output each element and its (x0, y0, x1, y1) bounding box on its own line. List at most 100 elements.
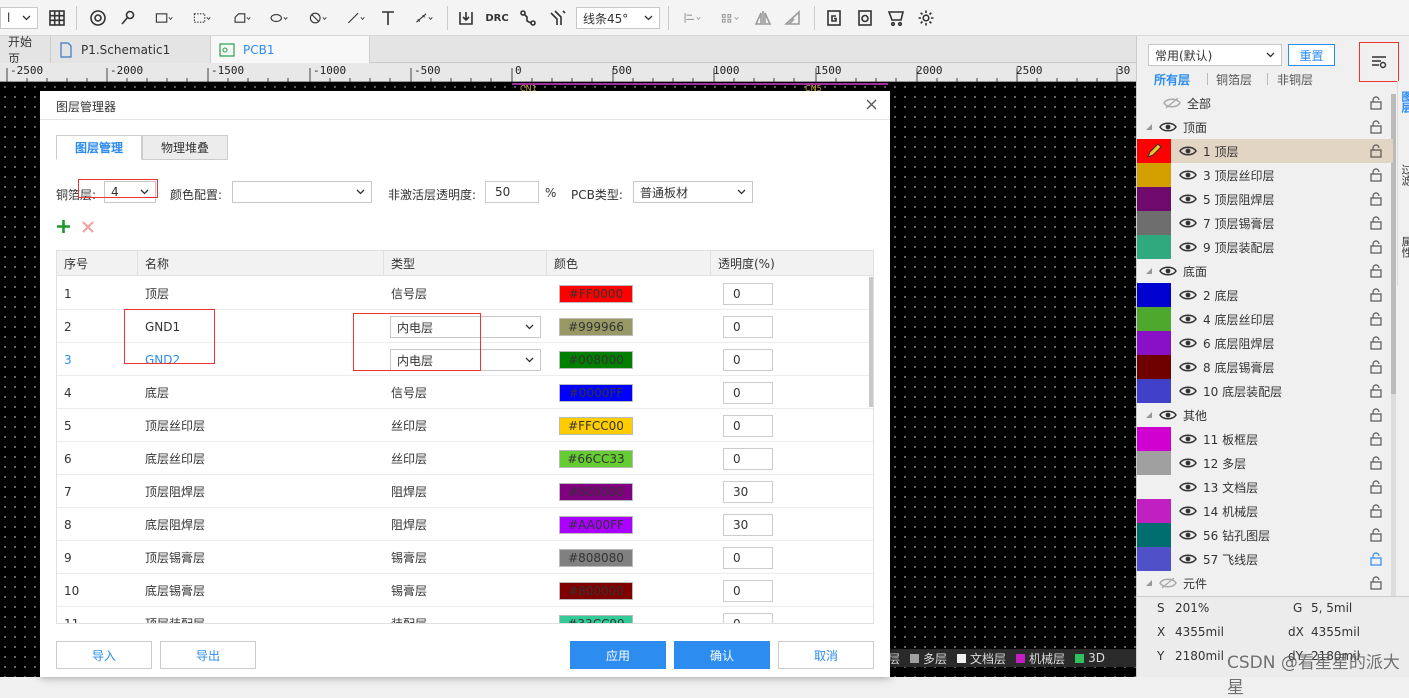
visibility-eye-icon[interactable] (1179, 193, 1197, 205)
gerber-icon[interactable] (823, 7, 845, 29)
grid-icon[interactable] (46, 7, 68, 29)
layer-color-picker[interactable]: #800000 (559, 582, 633, 600)
layer-color-swatch[interactable] (1137, 331, 1171, 355)
layer-name-cell[interactable]: 底层锡膏层 (138, 574, 384, 607)
visibility-off-icon[interactable] (1159, 577, 1177, 589)
no-entry-tool-icon[interactable] (302, 7, 334, 29)
visibility-eye-icon[interactable] (1179, 505, 1197, 517)
layer-row[interactable]: 1 顶层 (1137, 139, 1393, 163)
layer-transparency-input[interactable]: 0 (723, 382, 773, 404)
filter-tab-non-copper[interactable]: 非铜层 (1277, 71, 1313, 88)
visibility-eye-icon[interactable] (1179, 169, 1197, 181)
visibility-eye-icon[interactable] (1179, 241, 1197, 253)
lock-icon[interactable] (1369, 96, 1383, 110)
layer-name-cell[interactable]: 顶层锡膏层 (138, 541, 384, 574)
layer-group-other[interactable]: 其他 (1137, 403, 1393, 427)
visibility-eye-icon[interactable] (1179, 313, 1197, 325)
layer-color-swatch[interactable] (1137, 163, 1171, 187)
tab-pcb[interactable]: PCB1 (210, 36, 370, 63)
layer-transparency-input[interactable]: 0 (723, 283, 773, 305)
layer-color-picker[interactable]: #33CC99 (559, 615, 633, 623)
tab-schematic[interactable]: P1.Schematic1 (50, 36, 210, 63)
visibility-eye-icon[interactable] (1179, 481, 1197, 493)
lock-icon[interactable] (1369, 168, 1383, 182)
visibility-eye-icon[interactable] (1179, 433, 1197, 445)
visibility-eye-icon[interactable] (1159, 121, 1177, 133)
export-button[interactable]: 导出 (160, 641, 256, 669)
layer-name-cell[interactable]: GND2 (138, 343, 384, 376)
copper-layers-select[interactable]: 4 (104, 181, 156, 203)
layer-color-swatch[interactable] (1137, 451, 1171, 475)
table-scrollbar[interactable] (869, 277, 873, 407)
layer-bar-item[interactable]: 3D (1088, 651, 1105, 665)
layer-color-swatch[interactable] (1137, 355, 1171, 379)
select-mode-dropdown[interactable]: l (0, 7, 38, 29)
layer-group-components[interactable]: 元件 (1137, 571, 1393, 595)
diff-route-icon[interactable] (547, 7, 569, 29)
visibility-eye-icon[interactable] (1179, 337, 1197, 349)
cancel-button[interactable]: 取消 (778, 641, 874, 669)
layer-color-swatch[interactable] (1137, 235, 1171, 259)
lock-icon[interactable] (1369, 432, 1383, 446)
filter-tab-all[interactable]: 所有层 (1154, 71, 1190, 88)
layer-row[interactable]: 8 底层锡膏层 (1137, 355, 1393, 379)
drc-button[interactable]: DRC (484, 7, 510, 29)
lock-icon[interactable] (1369, 528, 1383, 542)
tab-physical-stackup[interactable]: 物理堆叠 (142, 135, 228, 160)
region-tool-icon[interactable] (186, 7, 218, 29)
layer-group-top[interactable]: 顶面 (1137, 115, 1393, 139)
side-tab-filter[interactable]: 过滤 (1398, 164, 1409, 186)
pcb-order-icon[interactable] (854, 7, 876, 29)
layer-row[interactable]: 6 底层阻焊层 (1137, 331, 1393, 355)
flip-horizontal-icon[interactable] (752, 7, 774, 29)
layer-color-swatch[interactable] (1137, 547, 1171, 571)
line-tool-icon[interactable] (340, 7, 372, 29)
layer-name-cell[interactable]: 底层 (138, 376, 384, 409)
layer-row[interactable]: 10 底层装配层 (1137, 379, 1393, 403)
layer-color-picker[interactable]: #FFCC00 (559, 417, 633, 435)
lock-icon[interactable] (1369, 240, 1383, 254)
lock-icon[interactable] (1369, 264, 1383, 278)
settings-gear-icon[interactable] (915, 7, 937, 29)
layer-color-swatch[interactable] (1137, 475, 1171, 499)
pad-icon[interactable] (87, 7, 109, 29)
layer-transparency-input[interactable]: 30 (723, 514, 773, 536)
lock-icon[interactable] (1369, 336, 1383, 350)
layer-row[interactable]: 7 顶层锡膏层 (1137, 211, 1393, 235)
reset-button[interactable]: 重置 (1288, 44, 1335, 66)
layer-transparency-input[interactable]: 0 (723, 415, 773, 437)
preset-dropdown[interactable]: 常用(默认) (1148, 44, 1282, 66)
layer-row[interactable]: 57 飞线层 (1137, 547, 1393, 571)
layer-color-picker[interactable]: #66CC33 (559, 450, 633, 468)
layer-row[interactable]: 4 底层丝印层 (1137, 307, 1393, 331)
inactive-transparency-input[interactable]: 50 (485, 181, 539, 203)
visibility-eye-icon[interactable] (1159, 265, 1177, 277)
layer-row[interactable]: 3 顶层丝印层 (1137, 163, 1393, 187)
distribute-icon[interactable] (714, 7, 746, 29)
collapse-arrow-icon[interactable] (1145, 267, 1153, 275)
layer-color-swatch[interactable] (1137, 211, 1171, 235)
layer-transparency-input[interactable]: 0 (723, 580, 773, 602)
layer-row[interactable]: 5 顶层阻焊层 (1137, 187, 1393, 211)
layer-color-picker[interactable]: #FF0000 (559, 285, 633, 303)
layer-transparency-input[interactable]: 0 (723, 448, 773, 470)
layer-bar-item[interactable]: 文档层 (970, 650, 1006, 667)
color-config-select[interactable] (232, 181, 372, 203)
visibility-eye-icon[interactable] (1179, 145, 1197, 157)
align-icon[interactable] (676, 7, 708, 29)
layer-name-cell[interactable]: 顶层丝印层 (138, 409, 384, 442)
delete-layer-icon[interactable] (82, 221, 94, 233)
layer-type-select[interactable]: 内电层 (390, 349, 541, 371)
layer-color-swatch[interactable] (1137, 427, 1171, 451)
layer-color-swatch[interactable] (1137, 307, 1171, 331)
lock-icon[interactable] (1369, 552, 1383, 566)
ellipse-tool-icon[interactable] (263, 7, 295, 29)
layer-bar-item[interactable]: 多层 (923, 650, 947, 667)
lock-icon[interactable] (1369, 576, 1383, 590)
layer-name-cell[interactable]: 顶层阻焊层 (138, 475, 384, 508)
import-changes-icon[interactable] (455, 7, 477, 29)
lock-icon[interactable] (1369, 216, 1383, 230)
layer-row[interactable]: 2 底层 (1137, 283, 1393, 307)
tab-layer-management[interactable]: 图层管理 (56, 135, 142, 160)
layer-name-cell[interactable]: 底层丝印层 (138, 442, 384, 475)
